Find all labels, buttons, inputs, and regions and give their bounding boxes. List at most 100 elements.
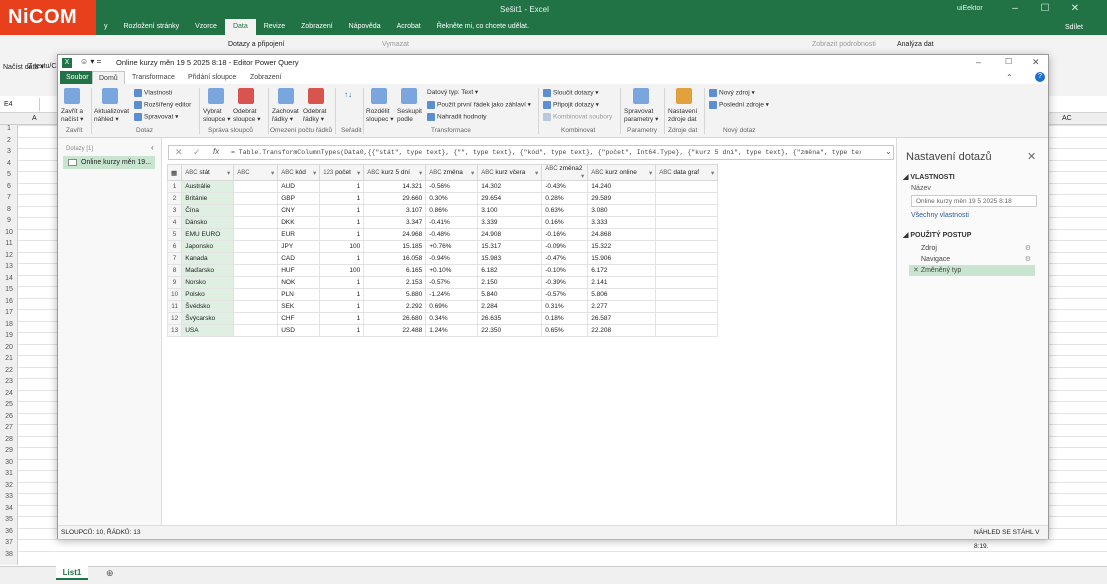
table-cell[interactable]: 0.30% (425, 192, 479, 205)
row-index[interactable]: 5 (166, 228, 183, 241)
refresh-icon[interactable] (102, 88, 118, 104)
table-cell[interactable] (233, 300, 279, 313)
split-column-button[interactable]: Rozdělit sloupec ▾ (366, 108, 396, 124)
clear-button[interactable]: Vymazat (382, 41, 409, 48)
remove-rows-icon[interactable] (308, 88, 324, 104)
table-cell[interactable]: 26.635 (477, 312, 543, 325)
excel-tab[interactable]: Nápověda (341, 19, 389, 35)
collapse-ribbon-icon[interactable]: ⌃ (1006, 73, 1013, 82)
row-number[interactable]: 6 (0, 183, 18, 190)
row-number[interactable]: 33 (0, 493, 18, 500)
row-number[interactable]: 2 (0, 137, 18, 144)
row-number[interactable]: 22 (0, 367, 18, 374)
filter-dropdown-icon[interactable]: ▾ (357, 169, 360, 177)
tab-add-column[interactable]: Přidání sloupce (182, 71, 242, 84)
share-button[interactable]: Sdílet (1065, 24, 1083, 31)
confirm-formula-icon[interactable]: ✓ (193, 147, 201, 158)
table-cell[interactable] (655, 324, 719, 337)
table-cell[interactable]: -0.57% (425, 276, 479, 289)
manage-button[interactable]: Spravovat ▾ (134, 113, 178, 122)
table-cell[interactable]: 3.347 (363, 216, 427, 229)
type-icon[interactable]: ABC (237, 170, 249, 176)
table-cell[interactable]: 1 (319, 324, 365, 337)
applied-steps-heading[interactable]: ◢ POUŽITÝ POSTUP (903, 231, 971, 239)
row-number[interactable]: 36 (0, 528, 18, 535)
table-cell[interactable] (233, 264, 279, 277)
query-name-input[interactable]: Online kurzy měn 19 5 2025 8:18 (911, 195, 1037, 207)
table-cell[interactable]: NOK (277, 276, 321, 289)
table-cell[interactable]: Švédsko (181, 300, 235, 313)
table-cell[interactable] (655, 180, 719, 193)
row-number[interactable]: 21 (0, 355, 18, 362)
row-number[interactable]: 24 (0, 390, 18, 397)
group-by-icon[interactable] (401, 88, 417, 104)
row-number[interactable]: 16 (0, 298, 18, 305)
table-cell[interactable]: 15.906 (587, 252, 657, 265)
merge-queries-button[interactable]: Sloučit dotazy ▾ (543, 89, 599, 98)
table-cell[interactable]: 0.18% (541, 312, 589, 325)
table-cell[interactable]: 22.350 (477, 324, 543, 337)
row-number[interactable]: 7 (0, 194, 18, 201)
help-icon[interactable]: ? (1035, 72, 1045, 82)
row-number[interactable]: 5 (0, 171, 18, 178)
table-cell[interactable]: 0.69% (425, 300, 479, 313)
row-number[interactable]: 18 (0, 321, 18, 328)
add-sheet-icon[interactable]: ⊕ (106, 568, 114, 579)
table-cell[interactable]: 14.321 (363, 180, 427, 193)
properties-button[interactable]: Vlastnosti (134, 89, 172, 98)
table-cell[interactable] (655, 216, 719, 229)
table-cell[interactable]: 3.080 (587, 204, 657, 217)
table-cell[interactable]: 6.172 (587, 264, 657, 277)
table-cell[interactable]: Austrálie (181, 180, 235, 193)
row-index[interactable]: 11 (166, 300, 183, 313)
table-cell[interactable]: 15.983 (477, 252, 543, 265)
row-index[interactable]: 2 (166, 192, 183, 205)
table-cell[interactable]: 16.058 (363, 252, 427, 265)
data-analysis-button[interactable]: Analýza dat (897, 41, 934, 48)
table-cell[interactable]: JPY (277, 240, 321, 253)
table-cell[interactable]: 24.908 (477, 228, 543, 241)
table-cell[interactable]: PLN (277, 288, 321, 301)
table-cell[interactable]: 15.317 (477, 240, 543, 253)
column-header[interactable]: ABC ▾ (233, 164, 279, 181)
data-source-settings-button[interactable]: Nastavení zdroje dat (668, 108, 702, 124)
row-number[interactable]: 34 (0, 505, 18, 512)
table-cell[interactable]: 22.208 (587, 324, 657, 337)
use-first-row-button[interactable]: Použít první řádek jako záhlaví ▾ (427, 101, 531, 110)
remove-rows-button[interactable]: Odebrat řádky ▾ (303, 108, 331, 124)
table-cell[interactable]: 2.153 (363, 276, 427, 289)
table-cell[interactable]: -0.41% (425, 216, 479, 229)
manage-params-icon[interactable] (633, 88, 649, 104)
table-cell[interactable]: +0.10% (425, 264, 479, 277)
choose-columns-icon[interactable] (208, 88, 224, 104)
data-type-dropdown[interactable]: Datový typ: Text ▾ (427, 89, 478, 97)
table-cell[interactable]: 15.185 (363, 240, 427, 253)
smiley-icon[interactable]: ☺ ▾ = (80, 57, 101, 66)
row-number[interactable]: 32 (0, 482, 18, 489)
row-index[interactable]: 4 (166, 216, 183, 229)
delete-step-icon[interactable]: ✕ (913, 267, 921, 274)
filter-dropdown-icon[interactable]: ▾ (471, 169, 474, 177)
show-details-button[interactable]: Zobrazit podrobnosti (812, 41, 876, 48)
table-cell[interactable] (655, 252, 719, 265)
table-cell[interactable]: 2.277 (587, 300, 657, 313)
type-icon[interactable]: ABC (367, 170, 379, 176)
row-number[interactable]: 1 (0, 125, 18, 132)
type-icon[interactable]: ABC (429, 170, 441, 176)
excel-tab[interactable]: Acrobat (389, 19, 429, 35)
row-number[interactable]: 23 (0, 378, 18, 385)
table-cell[interactable]: 15.322 (587, 240, 657, 253)
table-cell[interactable] (655, 228, 719, 241)
filter-dropdown-icon[interactable]: ▾ (649, 169, 652, 177)
table-cell[interactable]: DKK (277, 216, 321, 229)
row-number[interactable]: 9 (0, 217, 18, 224)
table-cell[interactable]: 2.284 (477, 300, 543, 313)
row-index[interactable]: 6 (166, 240, 183, 253)
excel-tab[interactable]: Zobrazení (293, 19, 341, 35)
collapse-pane-icon[interactable]: ‹ (151, 143, 154, 152)
table-cell[interactable] (655, 240, 719, 253)
table-cell[interactable]: Maďarsko (181, 264, 235, 277)
excel-tab[interactable]: Vzorce (187, 19, 225, 35)
table-cell[interactable]: 2.150 (477, 276, 543, 289)
table-cell[interactable]: 1 (319, 192, 365, 205)
